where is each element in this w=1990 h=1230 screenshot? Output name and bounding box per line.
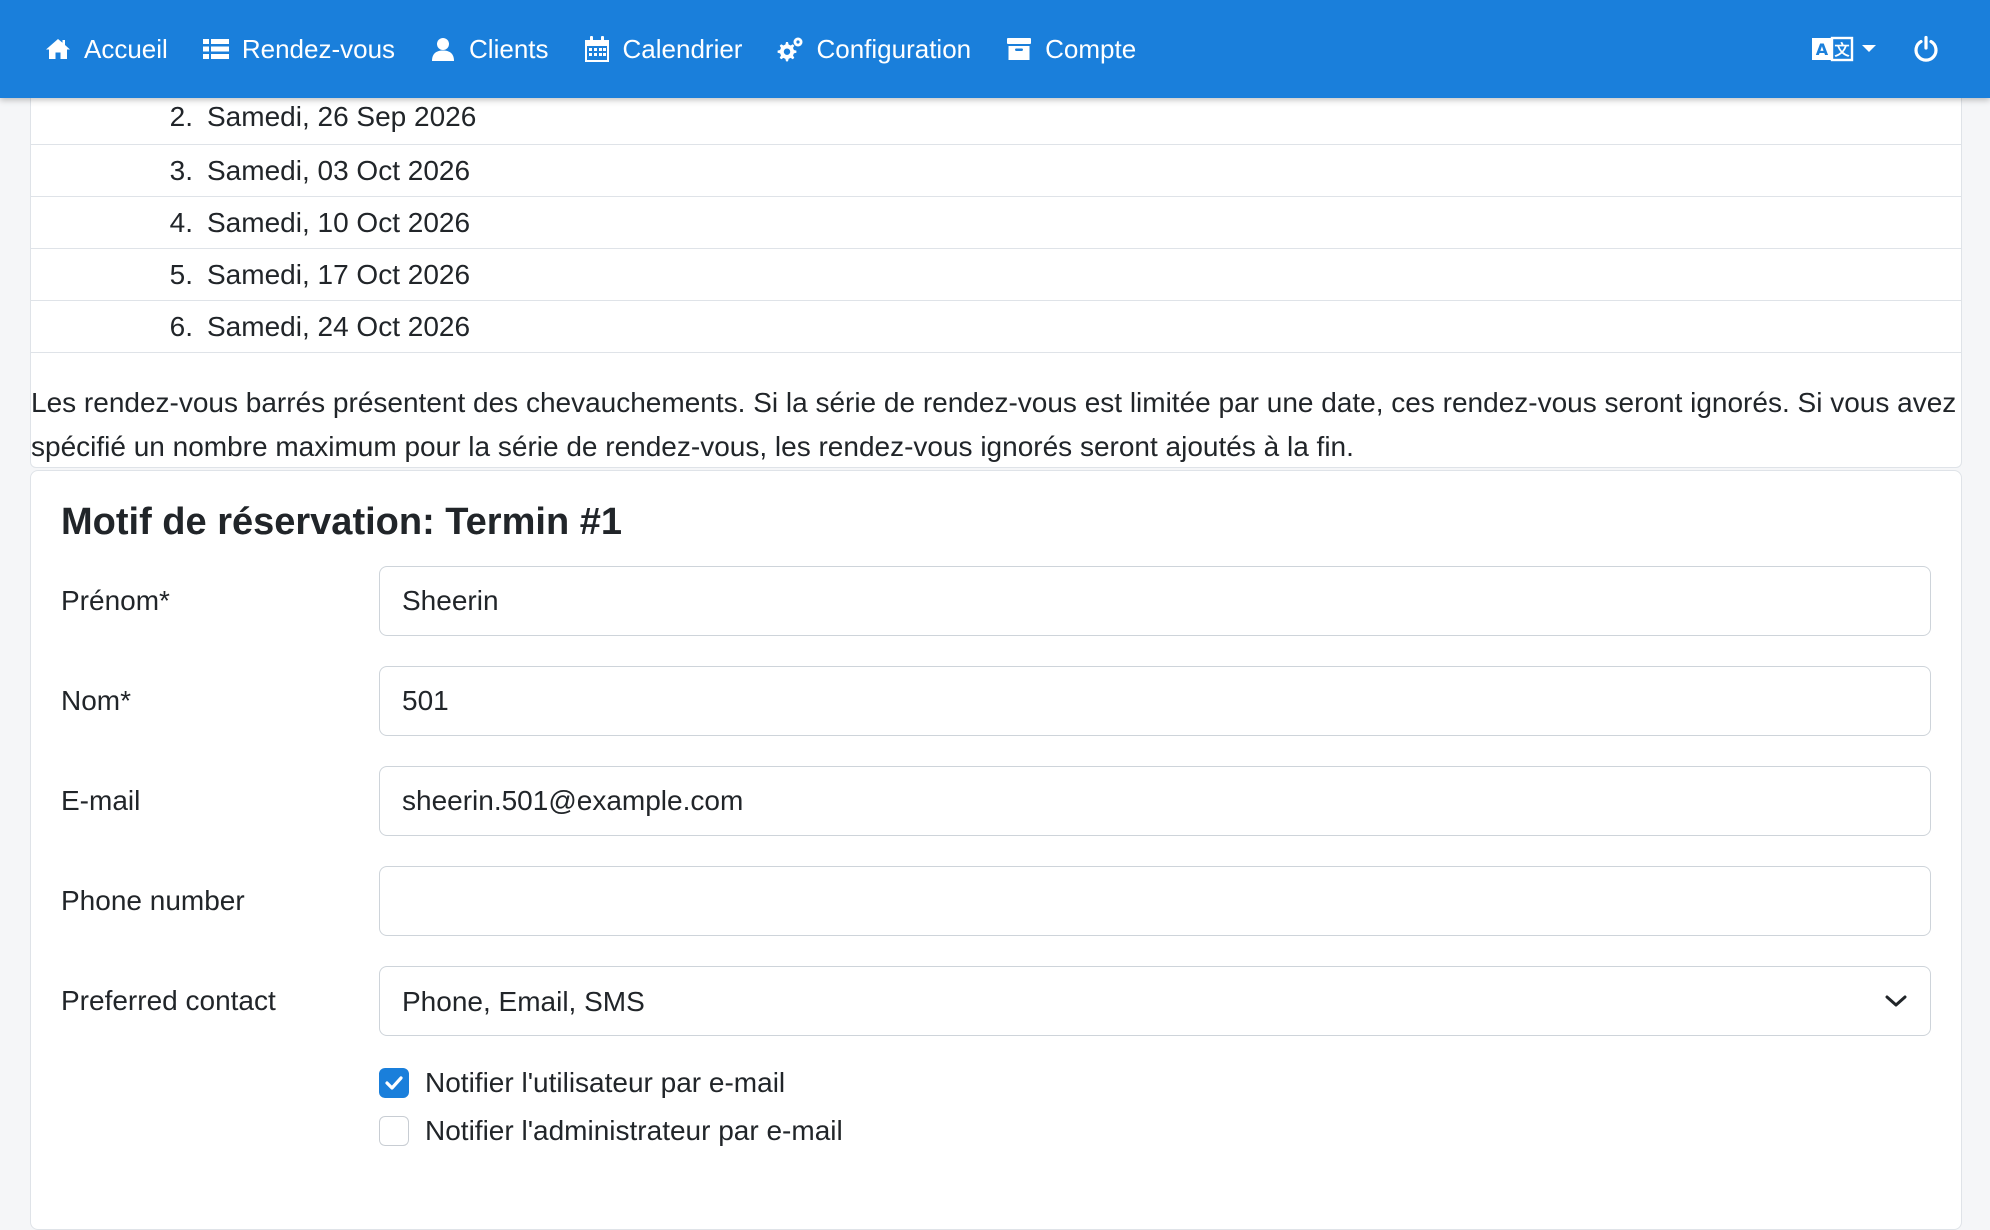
notify-admin-label: Notifier l'administrateur par e-mail [425,1115,843,1146]
series-row-number: 3. [169,154,193,186]
series-row: 4. Samedi, 10 Oct 2026 [31,197,1961,249]
user-icon [429,35,457,63]
nav-account-label: Compte [1045,33,1137,64]
preferred-contact-value: Phone, Email, SMS [402,985,645,1017]
language-dropdown[interactable]: A 文 [1812,36,1876,62]
series-row-number: 4. [169,206,193,238]
series-row-date: Samedi, 03 Oct 2026 [207,154,471,186]
notify-user-row: Notifier l'utilisateur par e-mail [379,1067,785,1099]
caret-down-icon [1862,44,1876,54]
nav-home-label: Accueil [84,33,168,64]
gears-icon [776,35,804,63]
top-navbar: Accueil Rendez-vous Clients Calendrier C… [0,0,1990,98]
translate-icon: A 文 [1812,36,1854,62]
series-row: 3. Samedi, 03 Oct 2026 [31,145,1961,197]
notify-user-label: Notifier l'utilisateur par e-mail [425,1067,786,1098]
archive-icon [1005,35,1033,63]
notify-admin-row: Notifier l'administrateur par e-mail [379,1115,843,1147]
series-row-date: Samedi, 24 Oct 2026 [207,310,471,342]
nav-appointments[interactable]: Rendez-vous [202,34,395,65]
phone-field[interactable] [379,866,1931,936]
nav-calendar[interactable]: Calendrier [583,33,743,65]
last-name-row: Nom* 501 [61,666,1933,736]
nav-configuration[interactable]: Configuration [776,34,971,65]
series-row: 6. Samedi, 24 Oct 2026 [31,301,1961,353]
preferred-contact-label: Preferred contact [61,985,276,1016]
home-icon [44,35,72,63]
series-row-date: Samedi, 26 Sep 2026 [207,101,477,132]
first-name-row: Prénom* Sheerin [61,566,1933,636]
nav-clients[interactable]: Clients [429,33,549,65]
notify-user-checkbox[interactable] [379,1068,409,1098]
last-name-label: Nom* [61,685,132,716]
calendar-icon [583,35,611,63]
series-row-number: 5. [169,258,193,290]
email-label: E-mail [61,785,141,816]
phone-label: Phone number [61,885,245,916]
notify-admin-checkbox[interactable] [379,1116,409,1146]
nav-calendar-label: Calendrier [622,33,743,64]
svg-text:文: 文 [1834,41,1850,59]
overlap-note: Les rendez-vous barrés présentent des ch… [31,387,1957,462]
phone-row: Phone number [61,866,1933,936]
nav-right-group: A 文 [1812,35,1940,63]
nav-account[interactable]: Compte [1005,34,1136,65]
series-row: 5. Samedi, 17 Oct 2026 [31,249,1961,301]
preferred-contact-row: Preferred contact Phone, Email, SMS [61,966,1933,1036]
preferred-contact-select[interactable]: Phone, Email, SMS [379,966,1931,1036]
chevron-down-icon [1884,993,1908,1009]
series-row-number: 2. [169,101,193,132]
checkmark-icon [385,1076,403,1090]
first-name-label: Prénom* [61,585,170,616]
series-row: 2. Samedi, 26 Sep 2026 [31,99,1961,145]
booking-form-card: Motif de réservation: Termin #1 Prénom* … [30,470,1962,1230]
nav-configuration-label: Configuration [816,33,972,64]
series-row-number: 6. [169,310,193,342]
series-row-date: Samedi, 17 Oct 2026 [207,258,471,290]
nav-clients-label: Clients [469,33,549,64]
form-title: Motif de réservation: Termin #1 [61,501,622,543]
svg-text:A: A [1816,40,1829,59]
last-name-field[interactable]: 501 [379,666,1931,736]
list-icon [202,35,230,63]
series-list: 2. Samedi, 26 Sep 2026 3. Samedi, 03 Oct… [31,99,1961,353]
power-icon[interactable] [1912,35,1940,63]
series-row-date: Samedi, 10 Oct 2026 [207,206,471,238]
first-name-field[interactable]: Sheerin [379,566,1931,636]
nav-home[interactable]: Accueil [44,34,168,65]
series-card: 2. Samedi, 26 Sep 2026 3. Samedi, 03 Oct… [30,60,1962,468]
nav-appointments-label: Rendez-vous [241,33,396,64]
email-row: E-mail sheerin.501@example.com [61,766,1933,836]
email-field[interactable]: sheerin.501@example.com [379,766,1931,836]
